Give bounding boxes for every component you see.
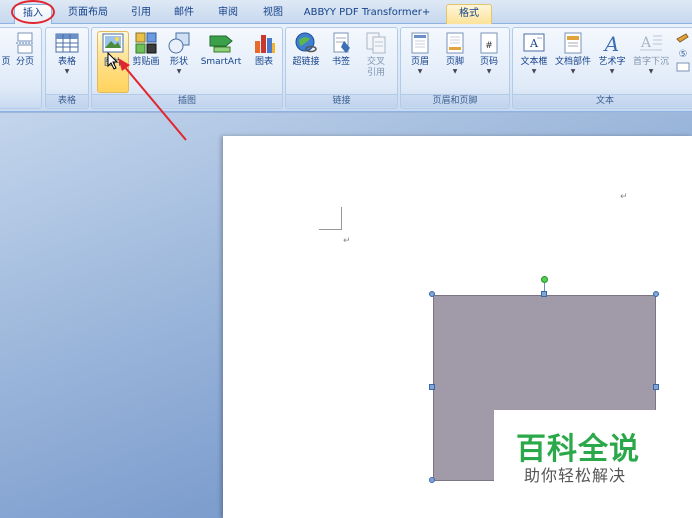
resize-handle-right[interactable] [653, 384, 659, 390]
resize-handle-bottom-left[interactable] [429, 477, 435, 483]
margin-corner-mark [319, 207, 342, 230]
rotation-handle[interactable] [541, 276, 548, 283]
mouse-cursor-icon [107, 52, 119, 70]
resize-handle-top-left[interactable] [429, 291, 435, 297]
watermark-logo: 百科全说 助你轻松解决 [494, 410, 692, 492]
resize-handle-top-right[interactable] [653, 291, 659, 297]
watermark-subtitle: 助你轻松解决 [524, 466, 627, 485]
paragraph-mark: ↵ [343, 236, 351, 246]
resize-handle-top[interactable] [541, 291, 547, 297]
paragraph-mark: ↵ [620, 192, 628, 202]
resize-handle-left[interactable] [429, 384, 435, 390]
